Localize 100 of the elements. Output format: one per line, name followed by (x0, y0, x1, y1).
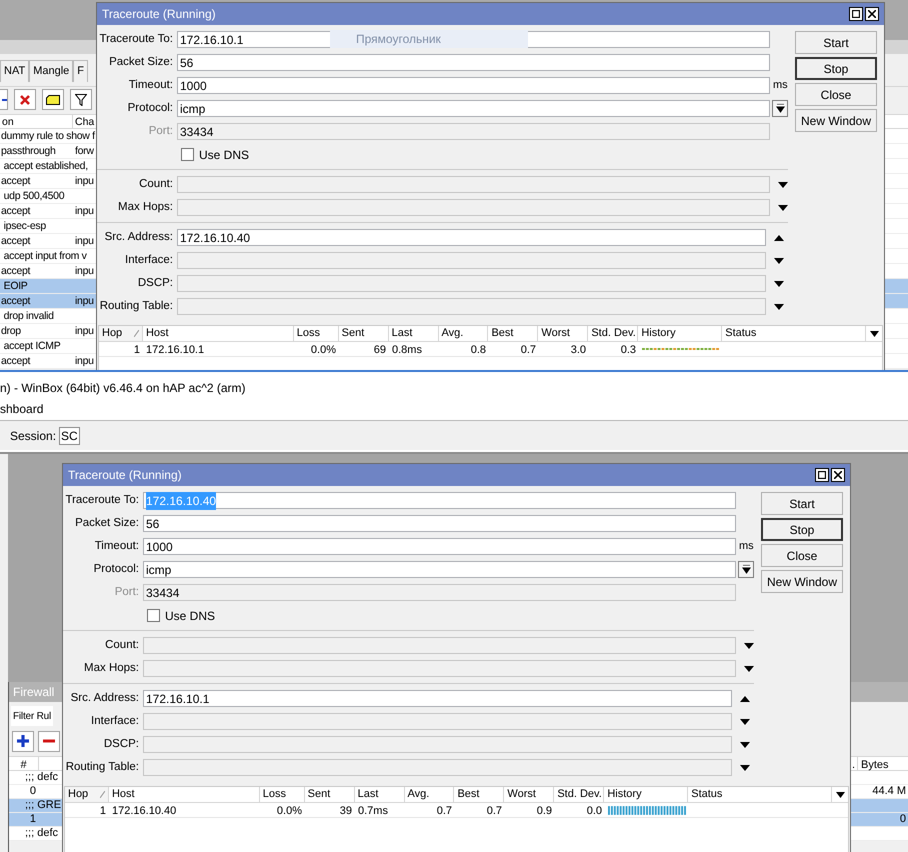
tab[interactable]: Mangle (29, 60, 74, 82)
close-button[interactable] (831, 468, 845, 482)
input-field[interactable] (143, 713, 732, 730)
checkbox-label: Use DNS (165, 608, 216, 624)
dropdown-button[interactable] (738, 561, 754, 578)
expand-arrow-icon[interactable] (744, 642, 754, 648)
table-cell-text: 0.8 (470, 343, 487, 356)
table-cell-text: inpu (74, 234, 95, 248)
input-field[interactable] (143, 637, 736, 654)
column-header[interactable]: on (0, 115, 73, 128)
close-button[interactable] (865, 7, 879, 21)
menu-item[interactable]: shboard (0, 400, 44, 420)
checkbox[interactable] (147, 609, 160, 622)
column-header[interactable]: Avg. (404, 787, 454, 802)
close-icon (834, 471, 842, 479)
input-field[interactable]: icmp (143, 561, 736, 578)
dialog-button[interactable]: New Window (795, 109, 877, 132)
input-field[interactable]: 172.16.10.40 (177, 229, 766, 246)
expand-arrow-icon[interactable] (778, 182, 788, 188)
dialog-button[interactable]: Stop (795, 57, 877, 80)
table-cell-text: drop (0, 324, 22, 338)
table-cell-text: inpu (74, 174, 95, 188)
column-header[interactable]: Loss (294, 326, 339, 341)
field-label: Interface: (90, 714, 140, 729)
window-title: Traceroute (Running) (68, 467, 182, 484)
field-label: Port: (148, 124, 174, 139)
expand-arrow-icon[interactable] (774, 280, 784, 286)
sort-icon (134, 330, 139, 337)
column-header[interactable]: Last (354, 787, 405, 802)
field-label: Timeout: (94, 538, 140, 554)
input-field[interactable]: 172.16.10.1 (143, 690, 732, 707)
table-cell-text: passthrough (0, 144, 56, 158)
column-header[interactable]: Sent (304, 787, 355, 802)
column-header[interactable]: Bytes (858, 757, 908, 770)
remove-button[interactable] (38, 730, 60, 752)
input-field[interactable] (177, 199, 770, 216)
expand-arrow-icon[interactable] (774, 304, 784, 310)
ghost-tooltip: Прямоугольник (330, 30, 528, 48)
input-field[interactable] (143, 759, 732, 776)
field-label: Count: (104, 638, 140, 653)
dialog-button[interactable]: Close (761, 544, 843, 567)
maximize-button[interactable] (815, 468, 829, 482)
checkbox[interactable] (181, 148, 194, 161)
column-header[interactable]: Worst (538, 326, 588, 341)
expand-arrow-icon[interactable] (740, 742, 750, 748)
table-cell-text: 69 (372, 343, 387, 356)
input-field[interactable] (143, 736, 732, 753)
table-cell-text: inpu (74, 354, 95, 368)
toolbar-button[interactable] (0, 89, 8, 110)
input-field[interactable] (177, 298, 766, 315)
column-header[interactable]: Last (388, 326, 439, 341)
input-field[interactable]: icmp (177, 100, 770, 117)
column-header[interactable]: Hop (65, 787, 109, 802)
column-header[interactable]: Hop (99, 326, 143, 341)
filter-button[interactable] (70, 89, 92, 110)
dialog-button[interactable]: Close (795, 83, 877, 106)
remove-button[interactable] (14, 89, 36, 110)
input-field[interactable] (177, 275, 766, 292)
input-field[interactable]: 1000 (143, 538, 736, 555)
column-header[interactable]: Avg. (438, 326, 488, 341)
filter-icon (75, 94, 87, 106)
column-header[interactable]: # (9, 757, 39, 770)
tab[interactable]: Filter Rul (11, 706, 54, 726)
table-cell-text: 0.0% (276, 804, 303, 817)
column-header[interactable]: Worst (504, 787, 554, 802)
table-cell-text: inpu (74, 324, 95, 338)
collapse-arrow-icon[interactable] (774, 234, 784, 240)
table-cell-text: 44.4 M (871, 785, 907, 798)
input-field[interactable]: 1000 (177, 77, 770, 94)
x-icon (20, 94, 30, 104)
input-field[interactable] (143, 660, 736, 677)
add-button[interactable] (12, 730, 34, 752)
input-field[interactable]: 56 (143, 515, 736, 532)
session-field[interactable]: SC (59, 426, 80, 444)
dialog-button[interactable]: Start (795, 31, 877, 54)
expand-arrow-icon[interactable] (740, 718, 750, 724)
maximize-button[interactable] (849, 7, 863, 21)
input-field[interactable] (177, 176, 770, 193)
input-field[interactable]: 56 (177, 54, 770, 71)
column-header[interactable]: Cha (73, 115, 96, 128)
tab[interactable]: F (73, 60, 88, 82)
input-field[interactable] (177, 252, 766, 269)
column-header[interactable]: Loss (260, 787, 305, 802)
column-header[interactable]: Sent (338, 326, 389, 341)
comment-text: ;;; defc (24, 827, 58, 840)
dropdown-button[interactable] (772, 100, 788, 117)
dialog-button[interactable]: Stop (761, 518, 843, 541)
expand-arrow-icon[interactable] (740, 764, 750, 770)
tab[interactable]: NAT (0, 60, 30, 82)
expand-arrow-icon[interactable] (744, 666, 754, 672)
maximize-icon (818, 471, 826, 479)
expand-arrow-icon[interactable] (778, 204, 788, 210)
dialog-button[interactable]: Start (761, 492, 843, 515)
table-cell-text: 0.8ms (391, 343, 423, 356)
expand-arrow-icon[interactable] (774, 258, 784, 264)
collapse-arrow-icon[interactable] (740, 696, 750, 702)
window-title: Traceroute (Running) (102, 6, 216, 23)
column-header[interactable]: . (852, 757, 858, 770)
comment-button[interactable] (42, 89, 64, 110)
dialog-button[interactable]: New Window (761, 570, 843, 593)
